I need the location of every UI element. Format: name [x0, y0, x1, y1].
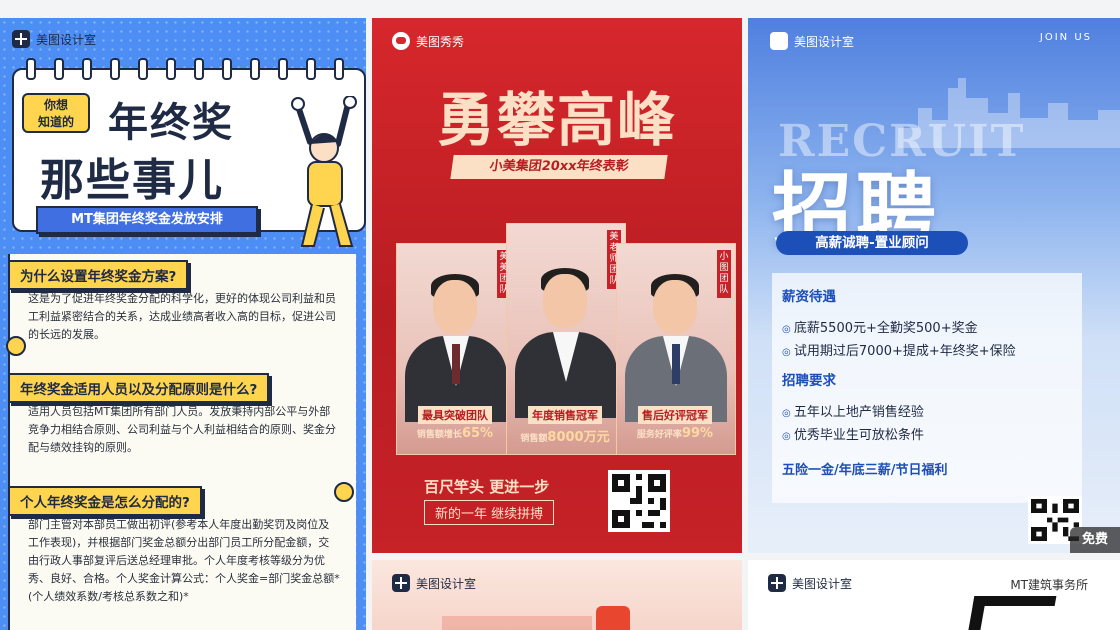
firm-name: MT建筑事务所 [1010, 578, 1088, 592]
prefix-tag: 你想 知道的 [22, 93, 90, 133]
meitu-design-logo-icon [392, 574, 410, 592]
meitu-design-logo-icon [770, 32, 788, 50]
faq-question-3: 个人年终奖金是怎么分配的? [8, 486, 202, 516]
coin-icon [6, 336, 26, 356]
faq-answer-3: 部门主管对本部员工做出初评(参考本人年度出勤奖罚及岗位及工作表现)，并根据部门奖… [28, 518, 340, 603]
join-us-label: JOIN US [1039, 32, 1092, 43]
template-card-partial-right[interactable]: 美图设计室 MT建筑事务所 [748, 560, 1120, 630]
slogan-line-1: 百尺竿头 更进一步 [424, 478, 550, 496]
requirement-heading: 招聘要求 [782, 373, 836, 389]
free-badge: 免费 [1070, 527, 1120, 553]
brand-label: 美图秀秀 [392, 32, 464, 50]
ribbon-subtitle: 小美集团20xx年终表彰 [450, 155, 668, 179]
template-card-partial-left[interactable]: 美图设计室 [372, 560, 742, 630]
faq-question-2: 年终奖金适用人员以及分配原则是什么? [8, 373, 270, 403]
decor-band [442, 616, 592, 630]
requirement-item: 五年以上地产销售经验 [782, 401, 924, 420]
slogan-line-2: 新的一年 继续拼搏 [424, 500, 555, 525]
team-tag: 小图团队 [717, 250, 731, 298]
qr-code-icon [608, 470, 670, 532]
salary-item: 底薪5500元+全勤奖500+奖金 [782, 317, 978, 336]
faq-question-1: 为什么设置年终奖金方案? [8, 260, 189, 290]
template-card-recruitment[interactable]: 美图设计室 JOIN US RECRUIT 招聘 高薪诚聘-置业顾问 薪资待遇 … [748, 18, 1120, 553]
coin-icon [334, 482, 354, 502]
cartoon-person-icon [291, 96, 357, 247]
brand-label: 美图设计室 [392, 574, 476, 592]
brand-label: 美图设计室 [770, 32, 854, 50]
welfare-line: 五险一金/年底三薪/节日福利 [782, 463, 948, 478]
meitu-design-logo-icon [12, 30, 30, 48]
salary-heading: 薪资待遇 [782, 289, 836, 305]
faq-answer-1: 这是为了促进年终奖金分配的科学化，更好的体现公司利益和员工利益紧密结合的关系，达… [28, 292, 336, 341]
award-block-1: 最具突破团队 销售额增长65% [396, 404, 514, 441]
meitu-xiuxiu-logo-icon [392, 32, 410, 50]
title-line-1: 年终奖 [108, 100, 234, 146]
decor-brush [965, 596, 1057, 630]
decor-shape [596, 606, 630, 630]
subtitle-bar: MT集团年终奖金发放安排 [36, 206, 258, 234]
faq-answer-2: 适用人员包括MT集团所有部门人员。发放秉持内部公平与外部竞争力相结合原则、公司利… [28, 405, 336, 454]
position-pill: 高薪诚聘-置业顾问 [776, 231, 968, 255]
template-card-year-end-bonus[interactable]: 美图设计室 你想 知道的 年终奖 那些事儿 MT集团年终奖金发放安排 为什么设置年… [0, 18, 366, 630]
poster-title: 勇攀高峰 [436, 86, 677, 154]
award-block-2: 年度销售冠军 销售额8000万元 [506, 404, 624, 445]
job-info-panel: 薪资待遇 底薪5500元+全勤奖500+奖金 试用期过后7000+提成+年终奖+… [772, 273, 1082, 503]
requirement-item: 优秀毕业生可放松条件 [782, 424, 924, 443]
template-card-year-end-awards[interactable]: 美图秀秀 勇攀高峰 小美集团20xx年终表彰 美美团队 美老师团队 小图团队 最… [372, 18, 742, 553]
brand-label: 美图设计室 [12, 30, 96, 48]
award-block-3: 售后好评冠军 服务好评率99% [616, 404, 734, 441]
meitu-design-logo-icon [768, 574, 786, 592]
salary-item: 试用期过后7000+提成+年终奖+保险 [782, 340, 1016, 359]
brand-label: 美图设计室 [768, 574, 852, 592]
title-line-2: 那些事儿 [40, 155, 224, 206]
